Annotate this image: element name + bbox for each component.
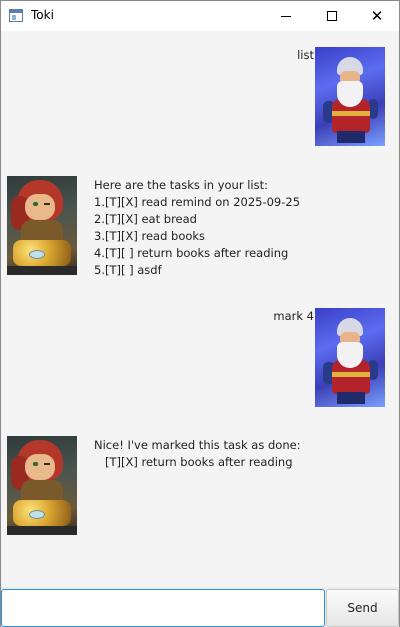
app-window: Toki ✕ list Here are the tasks in your l… <box>0 0 400 627</box>
dwarf-avatar <box>7 436 77 535</box>
app-window-icon <box>9 9 23 22</box>
message-input[interactable] <box>1 589 325 627</box>
wizard-avatar <box>315 47 385 146</box>
message-text: Nice! I've marked this task as done: [T]… <box>94 438 301 469</box>
wizard-avatar <box>315 308 385 407</box>
close-icon: ✕ <box>370 7 384 25</box>
minimize-button[interactable] <box>263 1 309 31</box>
close-button[interactable]: ✕ <box>354 1 400 31</box>
input-bar: Send <box>1 587 399 627</box>
dwarf-avatar <box>7 176 77 275</box>
message-text: list <box>297 48 314 62</box>
maximize-icon <box>327 11 337 21</box>
minimize-icon <box>281 15 291 17</box>
send-button[interactable]: Send <box>326 589 399 627</box>
message-text: Here are the tasks in your list: 1.[T][X… <box>94 178 301 277</box>
title-bar: Toki ✕ <box>1 1 399 31</box>
message-text: mark 4 <box>273 309 314 323</box>
window-title: Toki <box>31 8 54 22</box>
maximize-button[interactable] <box>309 1 355 31</box>
chat-area[interactable]: list Here are the tasks in your list: 1.… <box>1 31 399 587</box>
